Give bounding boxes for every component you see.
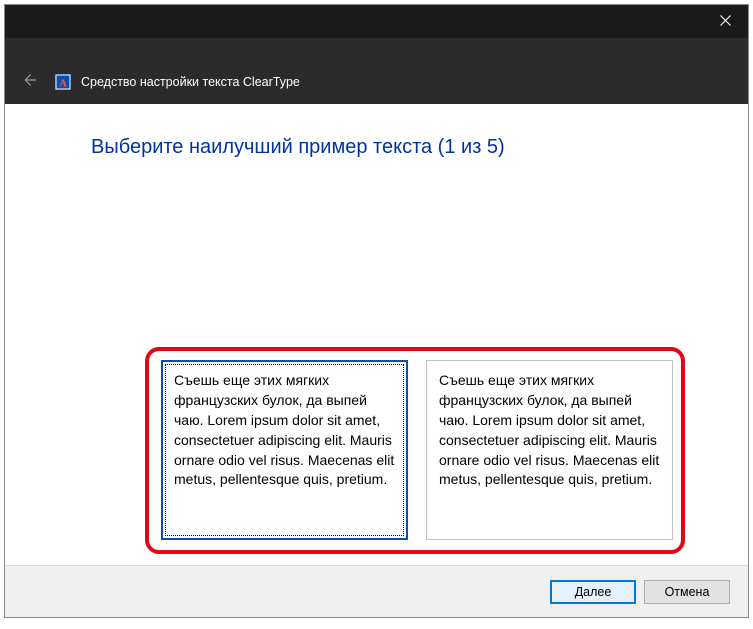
window-header: A Средство настройки текста ClearType — [5, 5, 748, 104]
svg-text:A: A — [59, 78, 67, 90]
sample-container: Съешь еще этих мягких французских булок,… — [161, 360, 673, 540]
next-button[interactable]: Далее — [550, 580, 636, 604]
back-button[interactable] — [17, 70, 41, 94]
cancel-button[interactable]: Отмена — [644, 580, 730, 604]
titlebar — [5, 5, 748, 38]
instruction-heading: Выберите наилучший пример текста (1 из 5… — [91, 136, 505, 159]
nav-row: A Средство настройки текста ClearType — [5, 60, 748, 104]
footer-bar: Далее Отмена — [5, 565, 748, 617]
text-sample-2[interactable]: Съешь еще этих мягких французских булок,… — [426, 360, 673, 540]
close-icon — [720, 13, 731, 31]
close-button[interactable] — [702, 5, 748, 38]
content-panel: Выберите наилучший пример текста (1 из 5… — [37, 104, 716, 565]
app-title: Средство настройки текста ClearType — [81, 75, 300, 89]
back-arrow-icon — [20, 71, 38, 94]
window-frame: A Средство настройки текста ClearType Вы… — [4, 4, 749, 618]
text-sample-1[interactable]: Съешь еще этих мягких французских булок,… — [161, 360, 408, 540]
app-icon: A — [55, 74, 71, 90]
